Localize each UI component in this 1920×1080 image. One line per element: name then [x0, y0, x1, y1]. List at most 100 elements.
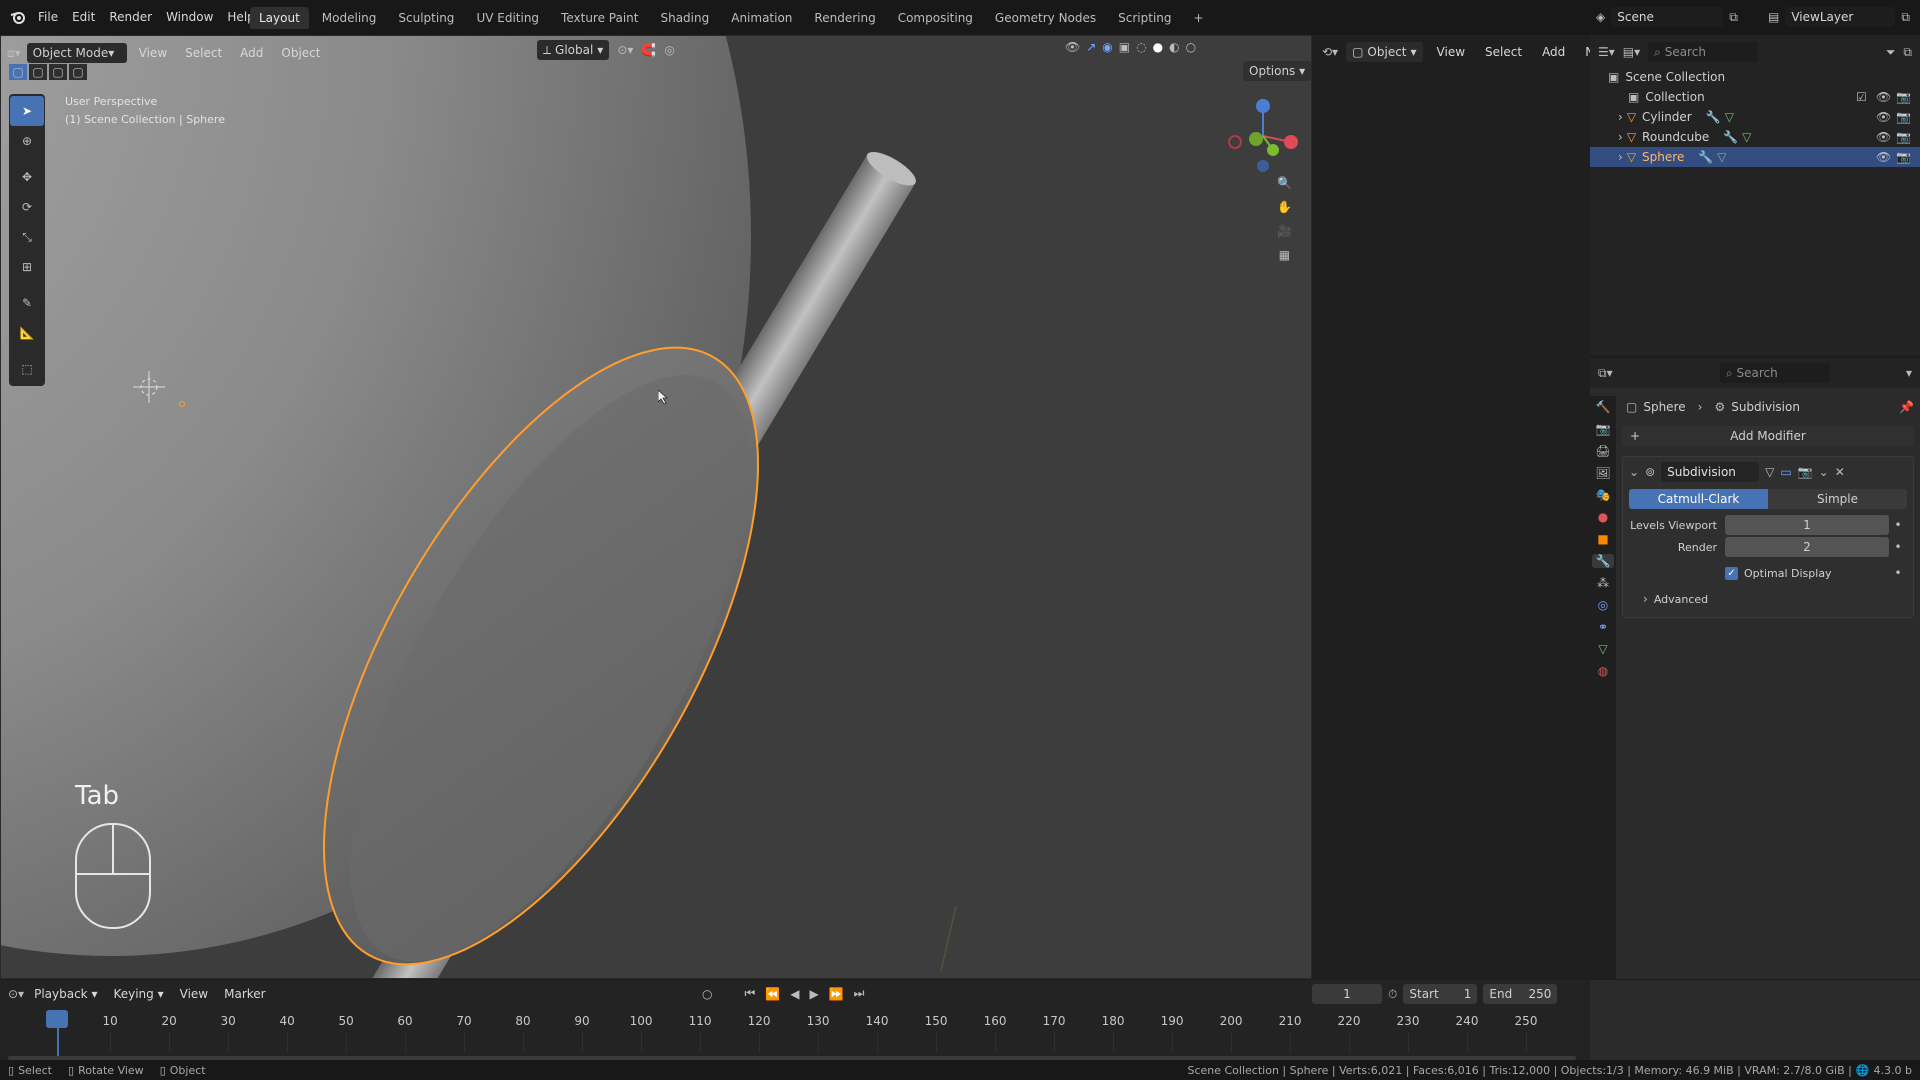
expand-chevron-icon[interactable]: › [1618, 130, 1623, 144]
options-dropdown[interactable]: Options ▾ [1243, 61, 1311, 81]
object-tab-icon[interactable]: ■ [1597, 532, 1608, 546]
orientation-dropdown[interactable]: ⟂ Global ▾ [537, 40, 610, 60]
wireframe-shading-icon[interactable]: ◌ [1136, 40, 1146, 54]
new-scene-icon[interactable]: ⧉ [1729, 10, 1738, 25]
eye-icon[interactable]: 👁 [1876, 90, 1891, 104]
modifier-menu-icon[interactable]: ⌄ [1819, 465, 1829, 479]
particles-tab-icon[interactable]: ⁂ [1597, 576, 1609, 590]
secondary-menu-add[interactable]: Add [1536, 42, 1571, 62]
simple-button[interactable]: Simple [1768, 489, 1907, 509]
expand-chevron-icon[interactable]: › [1618, 150, 1623, 164]
vp-menu-add[interactable]: Add [234, 43, 269, 63]
advanced-subpanel[interactable]: › Advanced [1629, 589, 1907, 609]
material-shading-icon[interactable]: ◐ [1169, 40, 1179, 54]
view-layer-selector[interactable]: ▤ ViewLayer ⧉ [1768, 7, 1910, 27]
add-modifier-button[interactable]: + Add Modifier [1622, 426, 1914, 446]
solid-shading-icon[interactable]: ● [1153, 40, 1163, 54]
edit-mode-toggle-icon[interactable]: ▽ [1765, 465, 1774, 479]
catmull-clark-button[interactable]: Catmull-Clark [1629, 489, 1768, 509]
overlay-toggle-icon[interactable]: ◉ [1102, 40, 1112, 54]
blender-logo-icon[interactable] [8, 7, 28, 27]
gizmo-toggle-icon[interactable]: ↗ [1086, 40, 1096, 54]
tab-animation[interactable]: Animation [722, 7, 801, 29]
pin-icon[interactable]: 📌 [1899, 400, 1914, 414]
tab-layout[interactable]: Layout [250, 7, 309, 29]
menu-render[interactable]: Render [103, 7, 158, 27]
outliner-search[interactable]: ⌕ Search [1648, 42, 1759, 62]
modifier-name-field[interactable]: Subdivision [1661, 462, 1760, 482]
ortho-grid-icon[interactable]: ▦ [1277, 248, 1292, 262]
camera-view-icon[interactable]: 🎥 [1277, 224, 1292, 238]
keyframe-dot-icon[interactable]: • [1889, 540, 1907, 554]
close-icon[interactable]: ✕ [1835, 465, 1845, 479]
world-tab-icon[interactable]: ● [1598, 510, 1608, 524]
scene-tab-icon[interactable]: 🎭 [1596, 488, 1611, 502]
modifier-wrench-icon[interactable]: 🔧 [1706, 110, 1721, 124]
zoom-icon[interactable]: 🔍 [1277, 176, 1292, 190]
rendered-shading-icon[interactable]: ○ [1186, 40, 1196, 54]
vp-menu-object[interactable]: Object [275, 43, 326, 63]
tree-item-cylinder[interactable]: › ▽ Cylinder 🔧 ▽ 👁 📷 [1590, 107, 1920, 127]
modifier-tab-icon[interactable]: 🔧 [1592, 554, 1614, 568]
add-cube-tool[interactable]: ⬚ [10, 354, 44, 384]
show-render-icon[interactable]: 📷 [1798, 465, 1813, 479]
camera-icon[interactable]: 📷 [1896, 110, 1911, 124]
material-tab-icon[interactable]: ◍ [1598, 664, 1608, 678]
keyframe-dot-icon[interactable]: • [1889, 518, 1907, 532]
eye-icon[interactable]: 👁 [1876, 130, 1891, 144]
tab-rendering[interactable]: Rendering [805, 7, 884, 29]
tab-sculpting[interactable]: Sculpting [389, 7, 463, 29]
vp-menu-view[interactable]: View [133, 43, 173, 63]
pan-hand-icon[interactable]: ✋ [1277, 200, 1292, 214]
constraints-tab-icon[interactable]: ⚭ [1598, 620, 1608, 634]
scene-field[interactable]: Scene [1611, 7, 1724, 27]
mode-dropdown[interactable]: Object Mode ▾ [26, 43, 127, 63]
secondary-editor[interactable]: ⟲▾ ▢ Object▾ View Select Add No [1312, 35, 1602, 979]
properties-options-icon[interactable]: ▾ [1906, 366, 1912, 380]
mesh-data-icon[interactable]: ▽ [1717, 150, 1726, 164]
tree-item-collection[interactable]: ▣ Collection ☑ 👁 📷 [1590, 87, 1920, 107]
properties-editor-icon[interactable]: ⧉▾ [1598, 366, 1613, 381]
tab-uv-editing[interactable]: UV Editing [467, 7, 548, 29]
pivot-icon[interactable]: ⊙▾ [617, 43, 633, 57]
expand-chevron-icon[interactable]: › [1618, 110, 1623, 124]
scale-tool[interactable]: ⤡ [10, 222, 44, 252]
tab-shading[interactable]: Shading [651, 7, 718, 29]
navigation-gizmo[interactable] [1223, 96, 1303, 176]
select-subtract-icon[interactable]: ▢ [49, 64, 67, 80]
view-layer-field[interactable]: ViewLayer [1785, 7, 1896, 27]
new-collection-icon[interactable]: ⧉ [1903, 45, 1912, 60]
snap-icon[interactable]: 🧲 [641, 43, 656, 57]
render-levels-field[interactable]: 2 [1725, 537, 1889, 557]
select-invert-icon[interactable]: ▢ [69, 64, 87, 80]
eye-icon[interactable]: 👁 [1876, 110, 1891, 124]
secondary-menu-view[interactable]: View [1431, 42, 1471, 62]
select-box-tool[interactable]: ➤ [10, 96, 44, 126]
scene-selector[interactable]: ◈ Scene ⧉ [1596, 7, 1738, 27]
display-mode-icon[interactable]: ▤▾ [1623, 45, 1640, 59]
optimal-display-checkbox[interactable]: ✓ [1725, 566, 1738, 580]
output-tab-icon[interactable]: 🖨 [1595, 444, 1610, 458]
mesh-data-icon[interactable]: ▽ [1742, 130, 1751, 144]
proportional-edit-icon[interactable]: ◎ [664, 43, 674, 57]
modifier-wrench-icon[interactable]: 🔧 [1698, 150, 1713, 164]
collapse-chevron-icon[interactable]: ⌄ [1629, 465, 1639, 479]
modifier-wrench-icon[interactable]: 🔧 [1723, 130, 1738, 144]
editor-mode-icon[interactable]: ⟲▾ [1322, 45, 1338, 59]
secondary-menu-select[interactable]: Select [1479, 42, 1528, 62]
rotate-tool[interactable]: ⟳ [10, 192, 44, 222]
tab-compositing[interactable]: Compositing [889, 7, 982, 29]
xray-icon[interactable]: ▣ [1119, 40, 1130, 54]
camera-icon[interactable]: 📷 [1896, 90, 1911, 104]
visibility-icon[interactable]: 👁 [1065, 40, 1080, 54]
menu-file[interactable]: File [32, 7, 64, 27]
select-extend-icon[interactable]: ▢ [29, 64, 47, 80]
transform-tool[interactable]: ⊞ [10, 252, 44, 282]
data-tab-icon[interactable]: ▽ [1598, 642, 1607, 656]
physics-tab-icon[interactable]: ◎ [1598, 598, 1608, 612]
3d-cursor[interactable] [133, 371, 165, 406]
outliner-editor-icon[interactable]: ☰▾ [1598, 45, 1615, 59]
measure-tool[interactable]: 📐 [10, 318, 44, 348]
select-new-icon[interactable]: ▢ [9, 64, 27, 80]
tree-item-roundcube[interactable]: › ▽ Roundcube 🔧 ▽ 👁 📷 [1590, 127, 1920, 147]
